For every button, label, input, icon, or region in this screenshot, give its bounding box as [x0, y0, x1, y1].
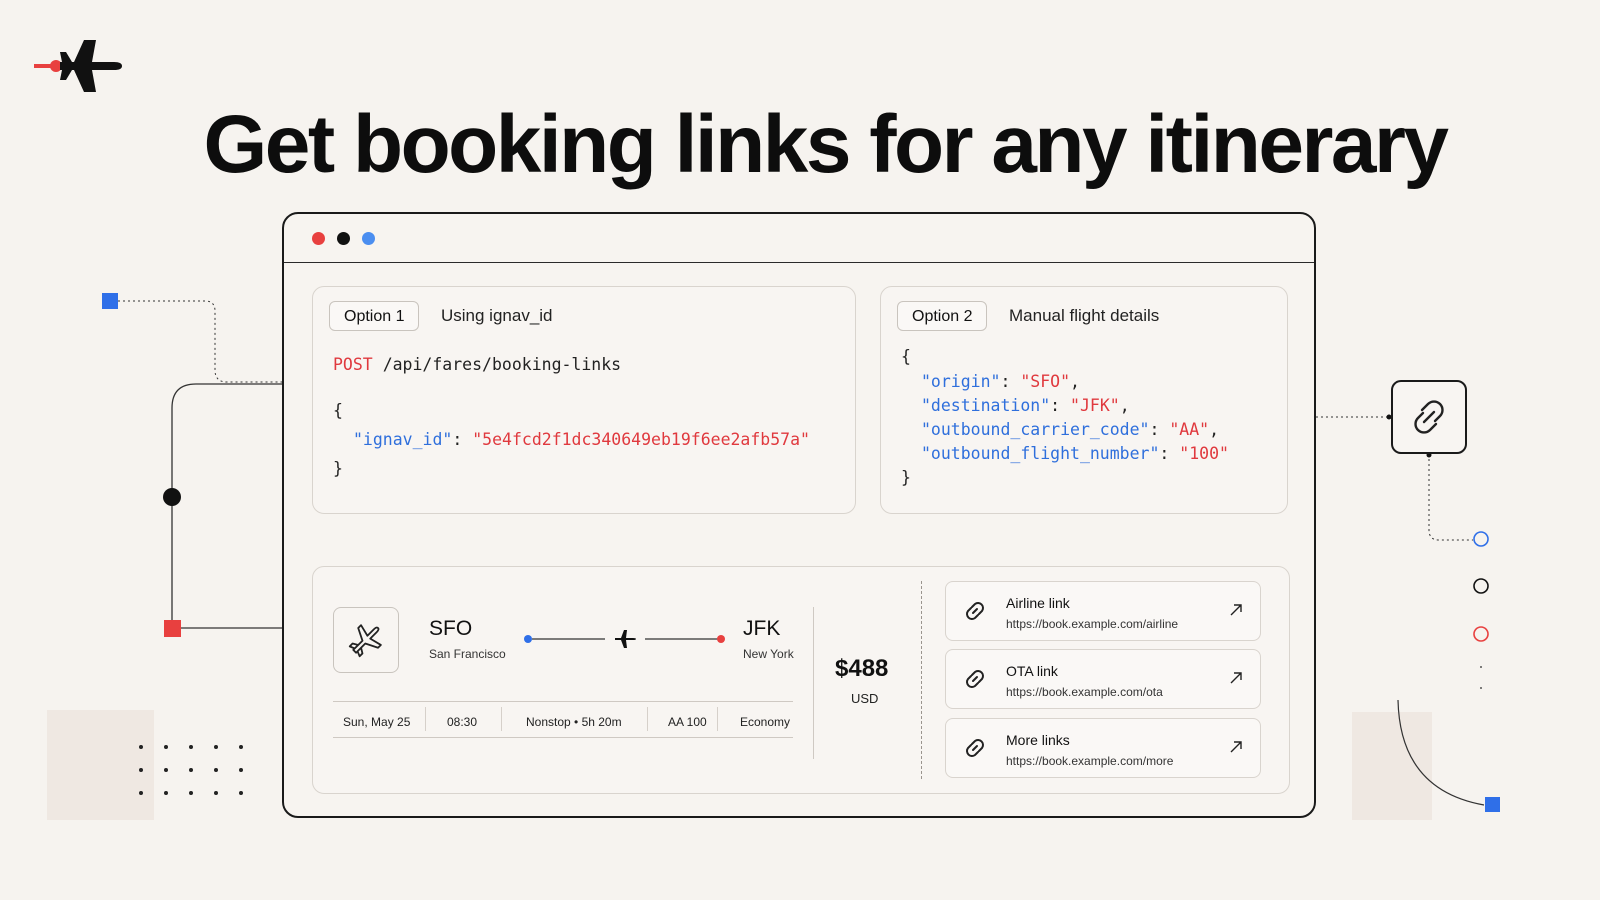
- dotted-connector-down: [1428, 454, 1473, 541]
- route-line: [524, 630, 725, 648]
- price: $488: [835, 655, 889, 682]
- chain-link-box: [1391, 380, 1467, 454]
- browser-window: Option 1 Using ignav_id POST /api/fares/…: [282, 212, 1316, 818]
- link-icon: [966, 602, 984, 620]
- red-ring: [1473, 626, 1489, 642]
- external-arrow-icon[interactable]: [1228, 739, 1244, 755]
- airline-link-card[interactable]: Airline link https://book.example.com/ai…: [945, 581, 1261, 641]
- option1-label: Using ignav_id: [441, 306, 553, 325]
- ota-link-card[interactable]: OTA link https://book.example.com/ota: [945, 649, 1261, 709]
- red-square-left: [164, 620, 181, 637]
- destination-code: JFK: [743, 617, 781, 640]
- link-url[interactable]: https://book.example.com/airline: [1006, 617, 1178, 631]
- flight-cabin: Economy: [740, 715, 791, 729]
- airplane-icon: [348, 624, 382, 658]
- option1-card: Option 1 Using ignav_id POST /api/fares/…: [312, 286, 856, 514]
- link-title: Airline link: [1006, 595, 1070, 611]
- origin-code: SFO: [429, 617, 473, 640]
- json-key: "ignav_id": [353, 430, 453, 449]
- option2-badge[interactable]: Option 2: [897, 301, 988, 331]
- blue-square-right: [1485, 797, 1500, 812]
- airplane-logo-icon: [34, 40, 122, 92]
- option2-close-brace: }: [901, 468, 911, 487]
- option2-field: "destination": "JFK",: [921, 396, 1130, 415]
- option1-badge[interactable]: Option 1: [329, 301, 420, 331]
- blue-square-left: [102, 293, 118, 309]
- destination-city: New York: [743, 647, 794, 661]
- option1-open-brace: {: [333, 401, 343, 420]
- origin-city: San Francisco: [429, 647, 506, 661]
- window-titlebar: [284, 214, 1314, 263]
- more-links-card[interactable]: More links https://book.example.com/more: [945, 718, 1261, 778]
- option2-label: Manual flight details: [1009, 306, 1160, 325]
- blue-ring: [1473, 531, 1489, 547]
- route-plane-icon: [615, 630, 636, 648]
- option1-body-line: "ignav_id": "5e4fcd2f1dc340649eb19f6ee2a…: [353, 430, 810, 449]
- link-icon: [966, 739, 984, 757]
- http-method: POST: [333, 355, 373, 374]
- option2-open-brace: {: [901, 347, 911, 366]
- solid-connector-left: [171, 383, 282, 629]
- external-arrow-icon[interactable]: [1228, 670, 1244, 686]
- window-close-dot[interactable]: [312, 232, 325, 245]
- option2-field: "outbound_flight_number": "100": [921, 444, 1229, 463]
- page-title: Get booking links for any itinerary: [203, 99, 1450, 190]
- api-path: /api/fares/booking-links: [382, 355, 622, 374]
- flight-time: 08:30: [447, 715, 478, 729]
- curved-connector: [1397, 699, 1485, 806]
- link-title: More links: [1006, 732, 1070, 748]
- dotted-connector-left: [118, 300, 282, 383]
- link-title: OTA link: [1006, 663, 1058, 679]
- flight-icon-box: [333, 607, 399, 673]
- option2-card: Option 2 Manual flight details { "origin…: [880, 286, 1288, 514]
- window-maximize-dot[interactable]: [362, 232, 375, 245]
- flight-date: Sun, May 25: [343, 715, 411, 729]
- chain-link-icon: [1414, 400, 1444, 434]
- currency: USD: [851, 691, 879, 706]
- window-minimize-dot[interactable]: [337, 232, 350, 245]
- option1-close-brace: }: [333, 459, 343, 478]
- option2-field: "origin": "SFO",: [921, 372, 1080, 391]
- link-url[interactable]: https://book.example.com/more: [1006, 754, 1173, 768]
- flight-number: AA 100: [668, 715, 707, 729]
- black-node-left: [163, 488, 181, 506]
- link-icon: [966, 670, 984, 688]
- external-arrow-icon[interactable]: [1228, 602, 1244, 618]
- flight-stops: Nonstop • 5h 20m: [526, 715, 622, 729]
- dot-grid: [139, 745, 243, 795]
- black-ring: [1473, 578, 1489, 594]
- json-value: "5e4fcd2f1dc340649eb19f6ee2afb57a": [472, 430, 810, 449]
- option2-field: "outbound_carrier_code": "AA",: [921, 420, 1220, 439]
- link-url[interactable]: https://book.example.com/ota: [1006, 685, 1163, 699]
- option1-endpoint: POST /api/fares/booking-links: [333, 353, 621, 377]
- result-card: SFO San Francisco JFK New York Sun, May …: [312, 566, 1290, 794]
